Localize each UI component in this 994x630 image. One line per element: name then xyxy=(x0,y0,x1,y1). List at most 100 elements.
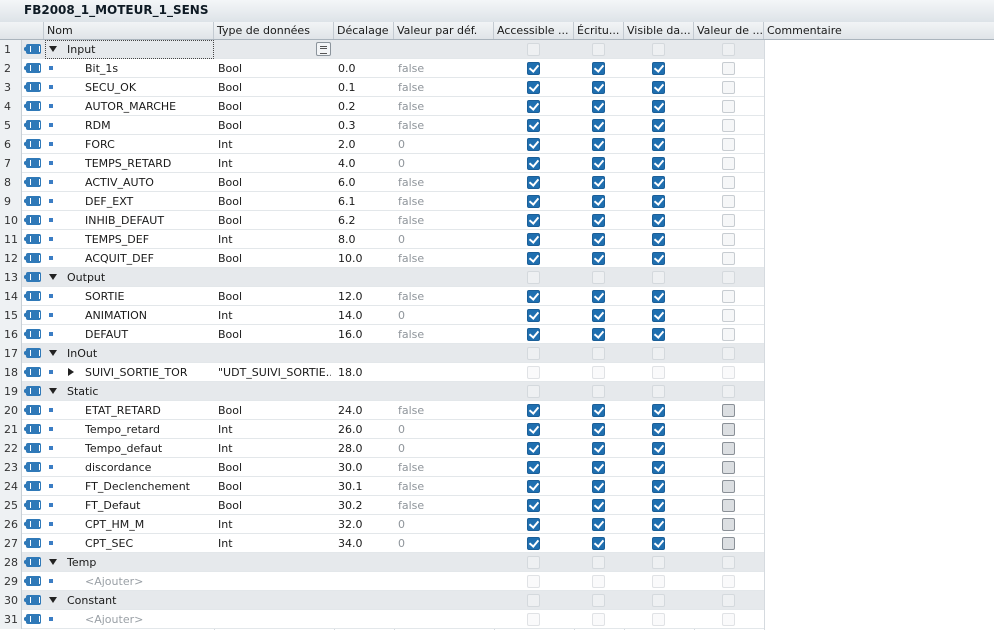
visible-checkbox[interactable] xyxy=(652,309,665,322)
writable-checkbox[interactable] xyxy=(592,442,605,455)
row-number[interactable]: 7 xyxy=(0,154,22,173)
add-new-cell[interactable]: <Ajouter> xyxy=(85,572,213,591)
collapse-triangle-icon[interactable] xyxy=(49,350,57,356)
writable-checkbox[interactable] xyxy=(592,290,605,303)
setpoint-checkbox[interactable] xyxy=(722,575,735,588)
setpoint-checkbox[interactable] xyxy=(722,613,735,626)
name-cell[interactable]: Bit_1s xyxy=(85,59,213,78)
setpoint-checkbox[interactable] xyxy=(722,252,735,265)
row-number[interactable]: 23 xyxy=(0,458,22,477)
setpoint-checkbox[interactable] xyxy=(722,100,735,113)
setpoint-checkbox[interactable] xyxy=(722,556,735,569)
setpoint-checkbox[interactable] xyxy=(722,442,735,455)
name-cell[interactable]: TEMPS_DEF xyxy=(85,230,213,249)
setpoint-checkbox[interactable] xyxy=(722,233,735,246)
writable-checkbox[interactable] xyxy=(592,309,605,322)
name-cell[interactable]: InOut xyxy=(67,344,213,363)
accessible-checkbox[interactable] xyxy=(527,347,540,360)
table-row[interactable]: 14 SORTIE Bool 12.0 false xyxy=(0,287,994,306)
default-value-cell[interactable]: 0 xyxy=(398,515,493,534)
accessible-checkbox[interactable] xyxy=(527,252,540,265)
name-cell[interactable]: Output xyxy=(67,268,213,287)
name-cell[interactable]: FT_Defaut xyxy=(85,496,213,515)
collapse-triangle-icon[interactable] xyxy=(49,597,57,603)
setpoint-checkbox[interactable] xyxy=(722,157,735,170)
setpoint-checkbox[interactable] xyxy=(722,385,735,398)
name-cell[interactable]: Tempo_defaut xyxy=(85,439,213,458)
row-number[interactable]: 13 xyxy=(0,268,22,287)
default-value-cell[interactable]: false xyxy=(398,116,493,135)
default-value-cell[interactable]: 0 xyxy=(398,135,493,154)
setpoint-checkbox[interactable] xyxy=(722,138,735,151)
accessible-checkbox[interactable] xyxy=(527,442,540,455)
name-cell[interactable]: AUTOR_MARCHE xyxy=(85,97,213,116)
default-value-cell[interactable]: false xyxy=(398,401,493,420)
visible-checkbox[interactable] xyxy=(652,499,665,512)
row-number[interactable]: 11 xyxy=(0,230,22,249)
visible-checkbox[interactable] xyxy=(652,62,665,75)
name-cell[interactable]: CPT_HM_M xyxy=(85,515,213,534)
row-number[interactable]: 19 xyxy=(0,382,22,401)
visible-checkbox[interactable] xyxy=(652,537,665,550)
name-cell[interactable]: DEF_EXT xyxy=(85,192,213,211)
datatype-cell[interactable]: Int xyxy=(217,534,331,553)
row-number[interactable]: 24 xyxy=(0,477,22,496)
visible-checkbox[interactable] xyxy=(652,157,665,170)
col-ecriture[interactable]: Écritu... xyxy=(574,22,624,39)
setpoint-checkbox[interactable] xyxy=(722,499,735,512)
setpoint-checkbox[interactable] xyxy=(722,594,735,607)
setpoint-checkbox[interactable] xyxy=(722,81,735,94)
default-value-cell[interactable]: false xyxy=(398,192,493,211)
default-value-cell[interactable]: false xyxy=(398,458,493,477)
datatype-cell[interactable]: Bool xyxy=(217,211,331,230)
row-number[interactable]: 4 xyxy=(0,97,22,116)
visible-checkbox[interactable] xyxy=(652,176,665,189)
row-number[interactable]: 29 xyxy=(0,572,22,591)
writable-checkbox[interactable] xyxy=(592,518,605,531)
row-number[interactable]: 2 xyxy=(0,59,22,78)
setpoint-checkbox[interactable] xyxy=(722,271,735,284)
table-row[interactable]: 6 FORC Int 2.0 0 xyxy=(0,135,994,154)
visible-checkbox[interactable] xyxy=(652,43,665,56)
row-number[interactable]: 8 xyxy=(0,173,22,192)
visible-checkbox[interactable] xyxy=(652,81,665,94)
accessible-checkbox[interactable] xyxy=(527,499,540,512)
accessible-checkbox[interactable] xyxy=(527,138,540,151)
accessible-checkbox[interactable] xyxy=(527,43,540,56)
name-cell[interactable]: Temp xyxy=(67,553,213,572)
table-row[interactable]: 10 INHIB_DEFAUT Bool 6.2 false xyxy=(0,211,994,230)
row-number[interactable]: 17 xyxy=(0,344,22,363)
section-row[interactable]: 19 Static xyxy=(0,382,994,401)
writable-checkbox[interactable] xyxy=(592,423,605,436)
row-number[interactable]: 5 xyxy=(0,116,22,135)
col-type[interactable]: Type de données xyxy=(214,22,334,39)
name-cell[interactable]: RDM xyxy=(85,116,213,135)
col-decalage[interactable]: Décalage xyxy=(334,22,394,39)
writable-checkbox[interactable] xyxy=(592,119,605,132)
table-row[interactable]: 2 Bit_1s Bool 0.0 false xyxy=(0,59,994,78)
accessible-checkbox[interactable] xyxy=(527,119,540,132)
accessible-checkbox[interactable] xyxy=(527,518,540,531)
setpoint-checkbox[interactable] xyxy=(722,423,735,436)
row-number[interactable]: 22 xyxy=(0,439,22,458)
visible-checkbox[interactable] xyxy=(652,233,665,246)
writable-checkbox[interactable] xyxy=(592,385,605,398)
table-row[interactable]: 11 TEMPS_DEF Int 8.0 0 xyxy=(0,230,994,249)
writable-checkbox[interactable] xyxy=(592,43,605,56)
table-row[interactable]: 9 DEF_EXT Bool 6.1 false xyxy=(0,192,994,211)
section-row[interactable]: 17 InOut xyxy=(0,344,994,363)
default-value-cell[interactable]: 0 xyxy=(398,439,493,458)
writable-checkbox[interactable] xyxy=(592,499,605,512)
writable-checkbox[interactable] xyxy=(592,252,605,265)
section-row[interactable]: 1 Input xyxy=(0,40,994,59)
visible-checkbox[interactable] xyxy=(652,347,665,360)
table-row[interactable]: 12 ACQUIT_DEF Bool 10.0 false xyxy=(0,249,994,268)
default-value-cell[interactable]: false xyxy=(398,325,493,344)
datatype-cell[interactable]: Int xyxy=(217,306,331,325)
row-number[interactable]: 12 xyxy=(0,249,22,268)
name-cell[interactable]: ACQUIT_DEF xyxy=(85,249,213,268)
name-cell[interactable]: CPT_SEC xyxy=(85,534,213,553)
visible-checkbox[interactable] xyxy=(652,518,665,531)
accessible-checkbox[interactable] xyxy=(527,62,540,75)
datatype-cell[interactable]: Bool xyxy=(217,78,331,97)
